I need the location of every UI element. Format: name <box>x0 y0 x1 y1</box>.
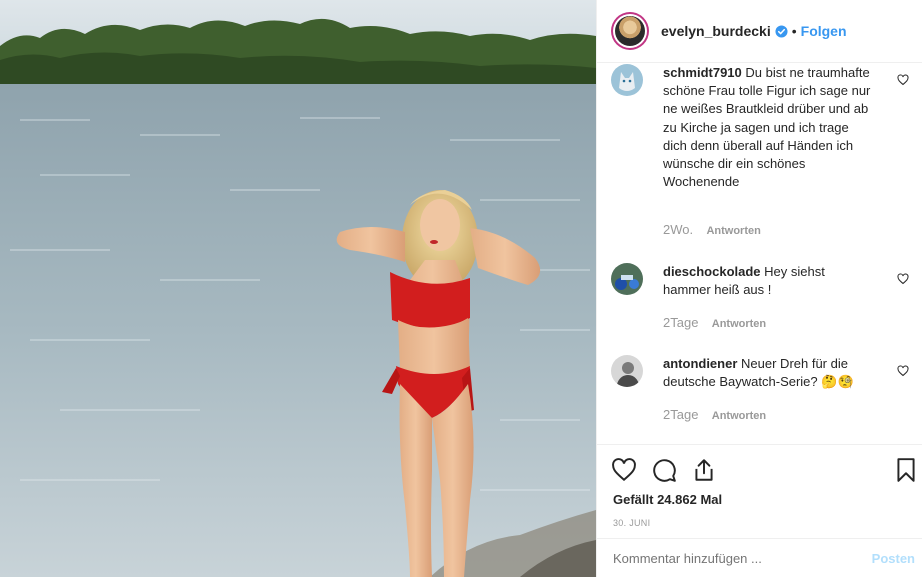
post-date[interactable]: 30. JUNI <box>613 518 650 528</box>
motorbike-avatar-image <box>611 263 643 295</box>
comment-meta: 2Tage Antworten <box>663 407 766 422</box>
comment-username[interactable]: dieschockolade <box>663 264 761 279</box>
wolf-avatar-image <box>611 64 643 96</box>
portrait-avatar-icon[interactable] <box>611 355 643 387</box>
comment-username[interactable]: schmidt7910 <box>663 65 742 80</box>
author-avatar-image <box>615 16 645 46</box>
post-comment-button[interactable]: Posten <box>872 551 915 566</box>
comment-input[interactable] <box>613 551 853 566</box>
likes-count[interactable]: Gefällt 24.862 Mal <box>613 492 722 507</box>
author-username[interactable]: evelyn_burdecki <box>661 23 771 39</box>
verified-badge-icon <box>775 24 788 38</box>
follow-button[interactable]: Folgen <box>801 23 847 39</box>
comment-content: schmidt7910 Du bist ne traumhafte schöne… <box>663 64 873 191</box>
comment-content: dieschockolade Hey siehst hammer heiß au… <box>663 263 873 299</box>
comment-meta: 2Tage Antworten <box>663 315 766 330</box>
comment-time[interactable]: 2Wo. <box>663 222 693 237</box>
comment-time[interactable]: 2Tage <box>663 407 698 422</box>
comment-text: Du bist ne traumhafte schöne Frau tolle … <box>663 65 871 190</box>
comment-like-heart-icon[interactable] <box>897 74 909 86</box>
comment-reply-button[interactable]: Antworten <box>712 410 766 422</box>
post-sidebar: evelyn_burdecki • Folgen schmidt7910 Du … <box>596 0 922 577</box>
comments-list[interactable]: schmidt7910 Du bist ne traumhafte schöne… <box>597 64 922 444</box>
comment-reply-button[interactable]: Antworten <box>706 225 760 237</box>
add-comment-bar: Posten <box>597 538 922 577</box>
author-avatar[interactable] <box>611 12 649 50</box>
comment-time[interactable]: 2Tage <box>663 315 698 330</box>
header-separator: • <box>791 23 797 39</box>
heart-icon[interactable] <box>611 457 637 483</box>
post-actions: Gefällt 24.862 Mal 30. JUNI <box>597 444 922 538</box>
author-avatar-inner <box>613 14 647 48</box>
bookmark-icon[interactable] <box>893 457 919 483</box>
comment-meta: 2Wo. Antworten <box>663 222 761 237</box>
portrait-avatar-image <box>611 355 643 387</box>
comment-reply-button[interactable]: Antworten <box>712 318 766 330</box>
motorbike-avatar-icon[interactable] <box>611 263 643 295</box>
wolf-avatar-icon[interactable] <box>611 64 643 96</box>
share-icon[interactable] <box>691 457 717 483</box>
comment-like-heart-icon[interactable] <box>897 365 909 377</box>
post-header: evelyn_burdecki • Folgen <box>597 0 922 63</box>
post-photo[interactable] <box>0 0 596 577</box>
comment-content: antondiener Neuer Dreh für die deutsche … <box>663 355 873 391</box>
comment-username[interactable]: antondiener <box>663 356 737 371</box>
comment-icon[interactable] <box>651 457 677 483</box>
post-photo-image <box>0 0 596 577</box>
comment-like-heart-icon[interactable] <box>897 273 909 285</box>
